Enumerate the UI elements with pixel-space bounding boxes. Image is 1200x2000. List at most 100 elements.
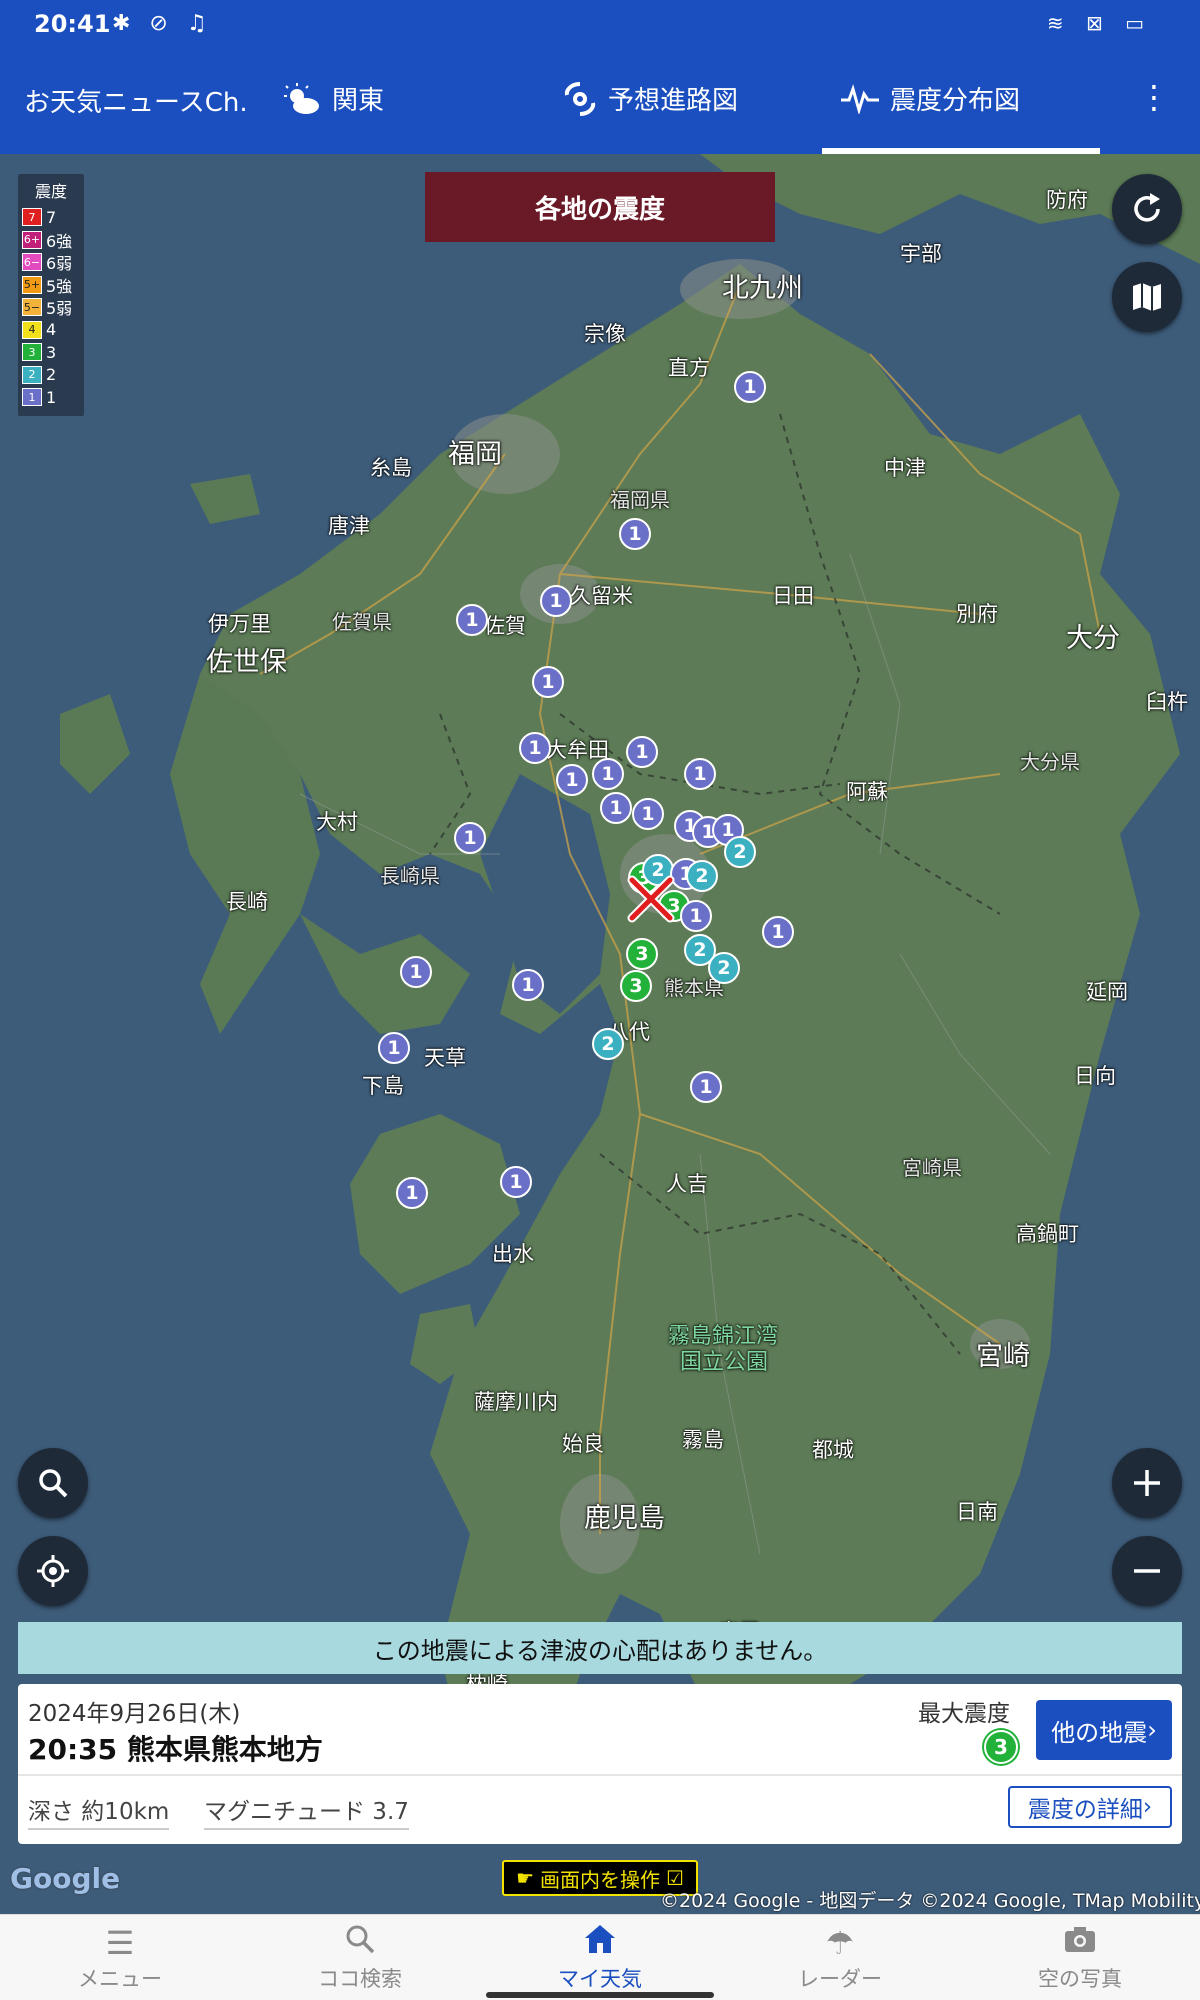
tab-kanto-label: 関東 [332, 86, 385, 116]
city-label: 佐賀 [484, 614, 526, 638]
tab-forecast-track[interactable]: 予想進路図 [562, 80, 738, 117]
max-intensity-label: 最大震度 [918, 1701, 1010, 1727]
intensity-marker[interactable]: 1 [512, 969, 544, 1001]
nav-my-weather-label: マイ天気 [558, 1967, 642, 1991]
umbrella-icon: ☂ [825, 1924, 855, 1962]
intensity-marker[interactable]: 1 [519, 732, 551, 764]
tab-kanto[interactable]: 関東 [282, 80, 384, 117]
intensity-marker[interactable]: 1 [600, 792, 632, 824]
menu-icon: ☰ [105, 1924, 135, 1962]
city-label: 久留米 [570, 584, 633, 608]
intensity-marker[interactable]: 1 [532, 666, 564, 698]
legend-swatch: 5− [22, 298, 42, 317]
legend-label: 5強 [46, 276, 73, 296]
intensity-detail-button[interactable]: 震度の詳細 › [1008, 1786, 1172, 1828]
city-label: 佐賀県 [332, 610, 392, 634]
intensity-marker[interactable]: 3 [626, 938, 658, 970]
intensity-marker[interactable]: 1 [396, 1177, 428, 1209]
intensity-marker[interactable]: 1 [619, 518, 651, 550]
refresh-button[interactable] [1112, 174, 1182, 244]
intensity-marker[interactable]: 1 [680, 900, 712, 932]
intensity-marker[interactable]: 3 [620, 970, 652, 1002]
intensity-marker[interactable]: 1 [378, 1032, 410, 1064]
intensity-marker[interactable]: 1 [734, 371, 766, 403]
legend-row: 11 [22, 386, 80, 409]
legend-row: 33 [22, 341, 80, 364]
map-layer-button[interactable] [1112, 262, 1182, 332]
tab-forecast-track-label: 予想進路図 [608, 86, 739, 116]
city-label: 唐津 [328, 514, 370, 538]
legend-row: 6+ 6強 [22, 229, 80, 252]
google-logo: Google [10, 1862, 121, 1895]
legend-label: 6強 [46, 231, 73, 251]
max-intensity-badge: 3 [984, 1730, 1018, 1764]
app-brand[interactable]: お天気ニュースCh. [24, 82, 248, 119]
tab-intensity-map-label: 震度分布図 [890, 86, 1021, 116]
gesture-bar [486, 1992, 714, 1998]
city-label: 直方 [668, 356, 710, 380]
legend-swatch: 6+ [22, 230, 42, 249]
nav-search-label: ココ検索 [318, 1967, 402, 1991]
intensity-marker[interactable]: 1 [762, 916, 794, 948]
intensity-marker[interactable]: 1 [540, 585, 572, 617]
city-label: 鹿児島 [584, 1503, 665, 1534]
intensity-marker[interactable]: 1 [400, 956, 432, 988]
city-label: 大村 [316, 810, 358, 834]
legend-label: 6弱 [46, 254, 73, 274]
city-label: 臼杵 [1146, 690, 1188, 714]
more-menu-icon[interactable]: ⋮ [1138, 78, 1170, 116]
nav-sky-photo[interactable]: 空の写真 [1000, 1923, 1160, 1993]
zoom-in-button[interactable] [1112, 1448, 1182, 1518]
operate-map-label: 画面内を操作 [540, 1867, 660, 1892]
intensity-marker[interactable]: 1 [556, 764, 588, 796]
city-label: 福岡 [448, 439, 502, 470]
nav-menu[interactable]: ☰ メニュー [40, 1923, 200, 1993]
city-label: 薩摩川内 [474, 1390, 558, 1414]
chevron-right-icon: › [1142, 1794, 1153, 1820]
chevron-right-icon: › [1147, 1716, 1157, 1744]
legend-swatch: 1 [22, 388, 42, 407]
intensity-marker[interactable]: 2 [592, 1028, 624, 1060]
nav-my-weather[interactable]: マイ天気 [520, 1923, 680, 1993]
search-icon [39, 1469, 68, 1498]
intensity-detail-label: 震度の詳細 [1027, 1797, 1143, 1823]
intensity-marker[interactable]: 1 [632, 798, 664, 830]
camera-icon [1000, 1923, 1160, 1963]
status-time: 20:41 [34, 10, 111, 38]
nav-radar-label: レーダー [798, 1967, 882, 1991]
other-earthquakes-button[interactable]: 他の地震 › [1036, 1700, 1172, 1760]
nav-radar[interactable]: ☂ レーダー [760, 1923, 920, 1993]
city-label: 大分県 [1020, 750, 1080, 774]
intensity-marker[interactable]: 2 [708, 952, 740, 984]
city-label: 阿蘇 [846, 780, 888, 804]
legend-swatch: 4 [22, 320, 42, 339]
hand-pointer-icon: ☛ [516, 1866, 534, 1890]
city-label: 霧島 [682, 1428, 724, 1452]
intensity-marker[interactable]: 1 [684, 758, 716, 790]
tab-intensity-map[interactable]: 震度分布図 [840, 80, 1020, 117]
zoom-out-button[interactable] [1112, 1536, 1182, 1606]
map-search-button[interactable] [18, 1448, 88, 1518]
legend-row: 5− 5弱 [22, 296, 80, 319]
intensity-marker[interactable]: 1 [592, 758, 624, 790]
legend-row: 77 [22, 206, 80, 229]
map-copyright: ©2024 Google - 地図データ ©2024 Google, TMap … [660, 1890, 1200, 1912]
intensity-legend: 震度 77 6+ 6強 6− 6弱 5+ 5強 5− 5弱 44 33 22 11 [18, 174, 84, 416]
city-label: 宮崎 [976, 1341, 1030, 1372]
nav-search[interactable]: ココ検索 [280, 1923, 440, 1993]
intensity-marker[interactable]: 1 [626, 736, 658, 768]
card-divider [18, 1774, 1182, 1776]
search-icon [280, 1923, 440, 1963]
intensity-marker[interactable]: 2 [724, 836, 756, 868]
plus-icon [1134, 1470, 1160, 1496]
current-location-button[interactable] [18, 1536, 88, 1606]
intensity-marker[interactable]: 1 [690, 1071, 722, 1103]
city-label: 天草 [424, 1046, 466, 1070]
intensity-marker[interactable]: 1 [454, 822, 486, 854]
intensity-marker[interactable]: 1 [456, 604, 488, 636]
intensity-marker[interactable]: 1 [500, 1166, 532, 1198]
locate-icon [37, 1555, 69, 1587]
intensity-marker[interactable]: 2 [686, 860, 718, 892]
sun-cloud-icon [284, 82, 319, 114]
map-title-banner: 各地の震度 [425, 172, 775, 242]
